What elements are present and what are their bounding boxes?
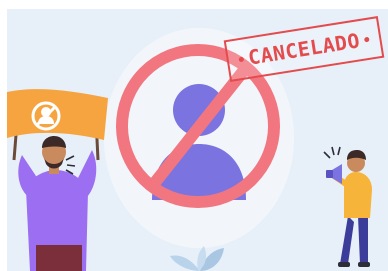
illustration: CANCELADO <box>0 0 388 271</box>
left-protester <box>18 136 97 271</box>
right-protester <box>323 146 372 267</box>
user-silhouette-icon <box>152 84 246 200</box>
stamp-text: CANCELADO <box>246 28 362 70</box>
megaphone-icon <box>326 164 342 184</box>
leaf-icon <box>170 246 224 271</box>
stamp-dot-left <box>237 56 244 62</box>
stamp-dot-right <box>364 36 371 42</box>
